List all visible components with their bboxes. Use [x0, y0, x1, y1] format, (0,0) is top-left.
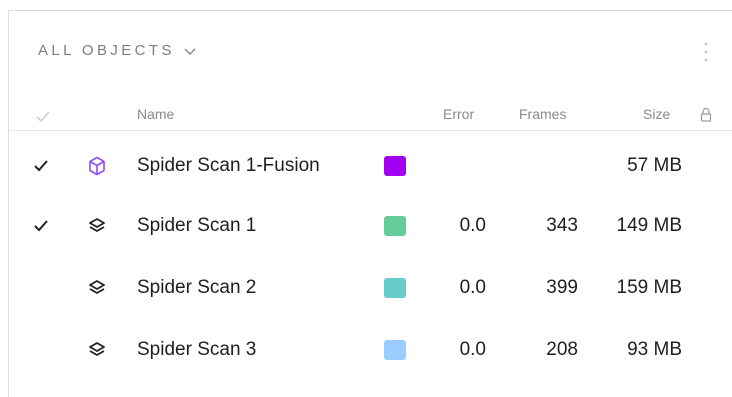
table-row[interactable]: Spider Scan 1 0.0 343 149 MB — [8, 196, 732, 256]
lock-icon[interactable] — [700, 107, 712, 125]
row-frames: 343 — [546, 215, 578, 236]
select-all-checkbox[interactable] — [36, 110, 50, 126]
checkmark-icon — [36, 110, 50, 126]
layers-icon — [88, 320, 106, 380]
color-swatch[interactable] — [384, 258, 406, 318]
checkmark-icon — [34, 160, 48, 172]
column-header-frames[interactable]: Frames — [519, 106, 566, 122]
column-header-error[interactable]: Error — [443, 106, 474, 122]
panel-title: ALL OBJECTS — [38, 42, 175, 59]
color-swatch[interactable] — [384, 196, 406, 256]
row-checkbox[interactable] — [34, 136, 48, 196]
row-name: Spider Scan 1 — [137, 215, 257, 236]
color-swatch[interactable] — [384, 136, 406, 196]
more-vertical-icon[interactable] — [699, 40, 713, 64]
row-error: 0.0 — [459, 215, 486, 236]
row-name: Spider Scan 1-Fusion — [137, 155, 320, 176]
row-size: 57 MB — [627, 155, 682, 176]
row-frames — [508, 136, 578, 196]
table-row[interactable]: Spider Scan 3 0.0 208 93 MB — [8, 320, 732, 380]
row-frames: 208 — [546, 339, 578, 360]
chevron-down-icon — [183, 46, 197, 56]
row-size: 93 MB — [627, 339, 682, 360]
row-error — [426, 136, 486, 196]
all-objects-dropdown[interactable]: ALL OBJECTS — [38, 42, 197, 59]
table-row[interactable]: Spider Scan 2 0.0 399 159 MB — [8, 258, 732, 318]
layers-icon — [88, 196, 106, 256]
row-checkbox[interactable] — [34, 196, 48, 256]
checkmark-icon — [34, 220, 48, 232]
row-error: 0.0 — [459, 277, 486, 298]
column-header-size[interactable]: Size — [643, 106, 670, 122]
column-header-name[interactable]: Name — [137, 106, 174, 122]
row-name: Spider Scan 3 — [137, 339, 257, 360]
row-size: 159 MB — [616, 277, 682, 298]
row-size: 149 MB — [616, 215, 682, 236]
row-frames: 399 — [546, 277, 578, 298]
cube-icon — [88, 136, 106, 196]
color-swatch[interactable] — [384, 320, 406, 380]
layers-icon — [88, 258, 106, 318]
row-name: Spider Scan 2 — [137, 277, 257, 298]
row-error: 0.0 — [459, 339, 486, 360]
table-row[interactable]: Spider Scan 1-Fusion 57 MB — [8, 136, 732, 196]
header-divider — [8, 130, 732, 131]
